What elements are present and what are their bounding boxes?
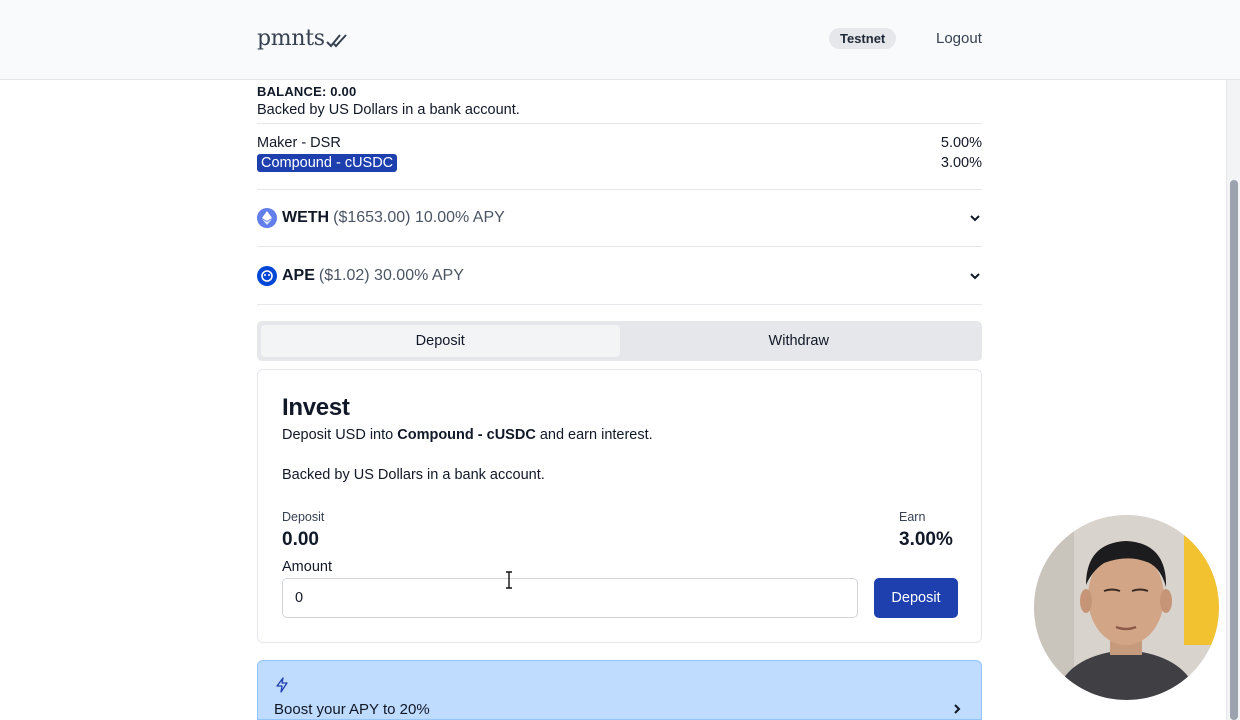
text-cursor-icon [506,571,512,589]
ethereum-icon [257,208,277,228]
logo-text: pmnts [257,26,325,51]
amount-label: Amount [282,559,332,575]
asset-symbol: WETH [282,209,330,226]
invest-desc-market: Compound - cUSDC [397,427,536,443]
invest-desc-suffix: and earn interest. [535,427,653,443]
earn-stat-label: Earn [899,510,926,524]
asset-row-ape[interactable]: APE ($1.02) 30.00% APY [257,261,982,291]
invest-desc-prefix: Deposit USD into [282,427,398,443]
rate-name-selected: Compound - cUSDC [257,154,398,172]
boost-apy-banner[interactable]: Boost your APY to 20% [257,660,982,720]
balance-description: Backed by US Dollars in a bank account. [257,102,520,118]
asset-row-weth[interactable]: WETH ($1653.00) 10.00% APY [257,203,982,233]
pmnts-logo[interactable]: pmnts [257,26,348,51]
asset-detail: ($1.02) 30.00% APY [318,267,464,284]
deposit-button[interactable]: Deposit [874,578,958,618]
boost-label: Boost your APY to 20% [274,701,430,718]
rate-row-maker[interactable]: Maker - DSR 5.00% [257,133,982,153]
network-badge: Testnet [829,28,897,49]
rate-row-compound[interactable]: Compound - cUSDC 3.00% [257,153,982,173]
tab-withdraw[interactable]: Withdraw [620,325,979,357]
divider [257,189,982,190]
invest-title: Invest [282,394,350,421]
deposit-stat-label: Deposit [282,510,325,524]
chevron-down-icon[interactable] [968,269,982,283]
earn-stat-value: 3.00% [899,529,953,550]
rate-name: Maker - DSR [257,135,341,151]
asset-detail: ($1653.00) 10.00% APY [333,209,505,226]
presenter-video [1034,515,1219,700]
deposit-withdraw-tabs: Deposit Withdraw [257,321,982,361]
apecoin-icon [257,266,277,286]
amount-input[interactable] [282,578,858,618]
invest-card: Invest Deposit USD into Compound - cUSDC… [257,369,982,643]
invest-description: Deposit USD into Compound - cUSDC and ea… [282,427,653,443]
chevron-right-icon [954,704,961,714]
tab-deposit[interactable]: Deposit [261,325,620,357]
divider [257,123,982,124]
scrollbar-thumb[interactable] [1230,180,1238,720]
page-scrollbar[interactable] [1226,80,1240,720]
chevron-down-icon[interactable] [968,211,982,225]
asset-symbol: APE [282,267,315,284]
webcam-overlay [1034,515,1219,700]
balance-label: BALANCE: 0.00 [257,84,357,99]
divider [257,246,982,247]
lightning-icon [276,677,288,693]
rate-value: 5.00% [940,135,982,151]
logout-link[interactable]: Logout [936,30,982,47]
divider [257,304,982,305]
top-nav-bar: pmnts Testnet Logout [0,0,1240,80]
deposit-stat-value: 0.00 [282,529,319,550]
double-check-icon [326,33,347,47]
rate-value: 3.00% [940,155,982,171]
invest-backing: Backed by US Dollars in a bank account. [282,467,545,483]
